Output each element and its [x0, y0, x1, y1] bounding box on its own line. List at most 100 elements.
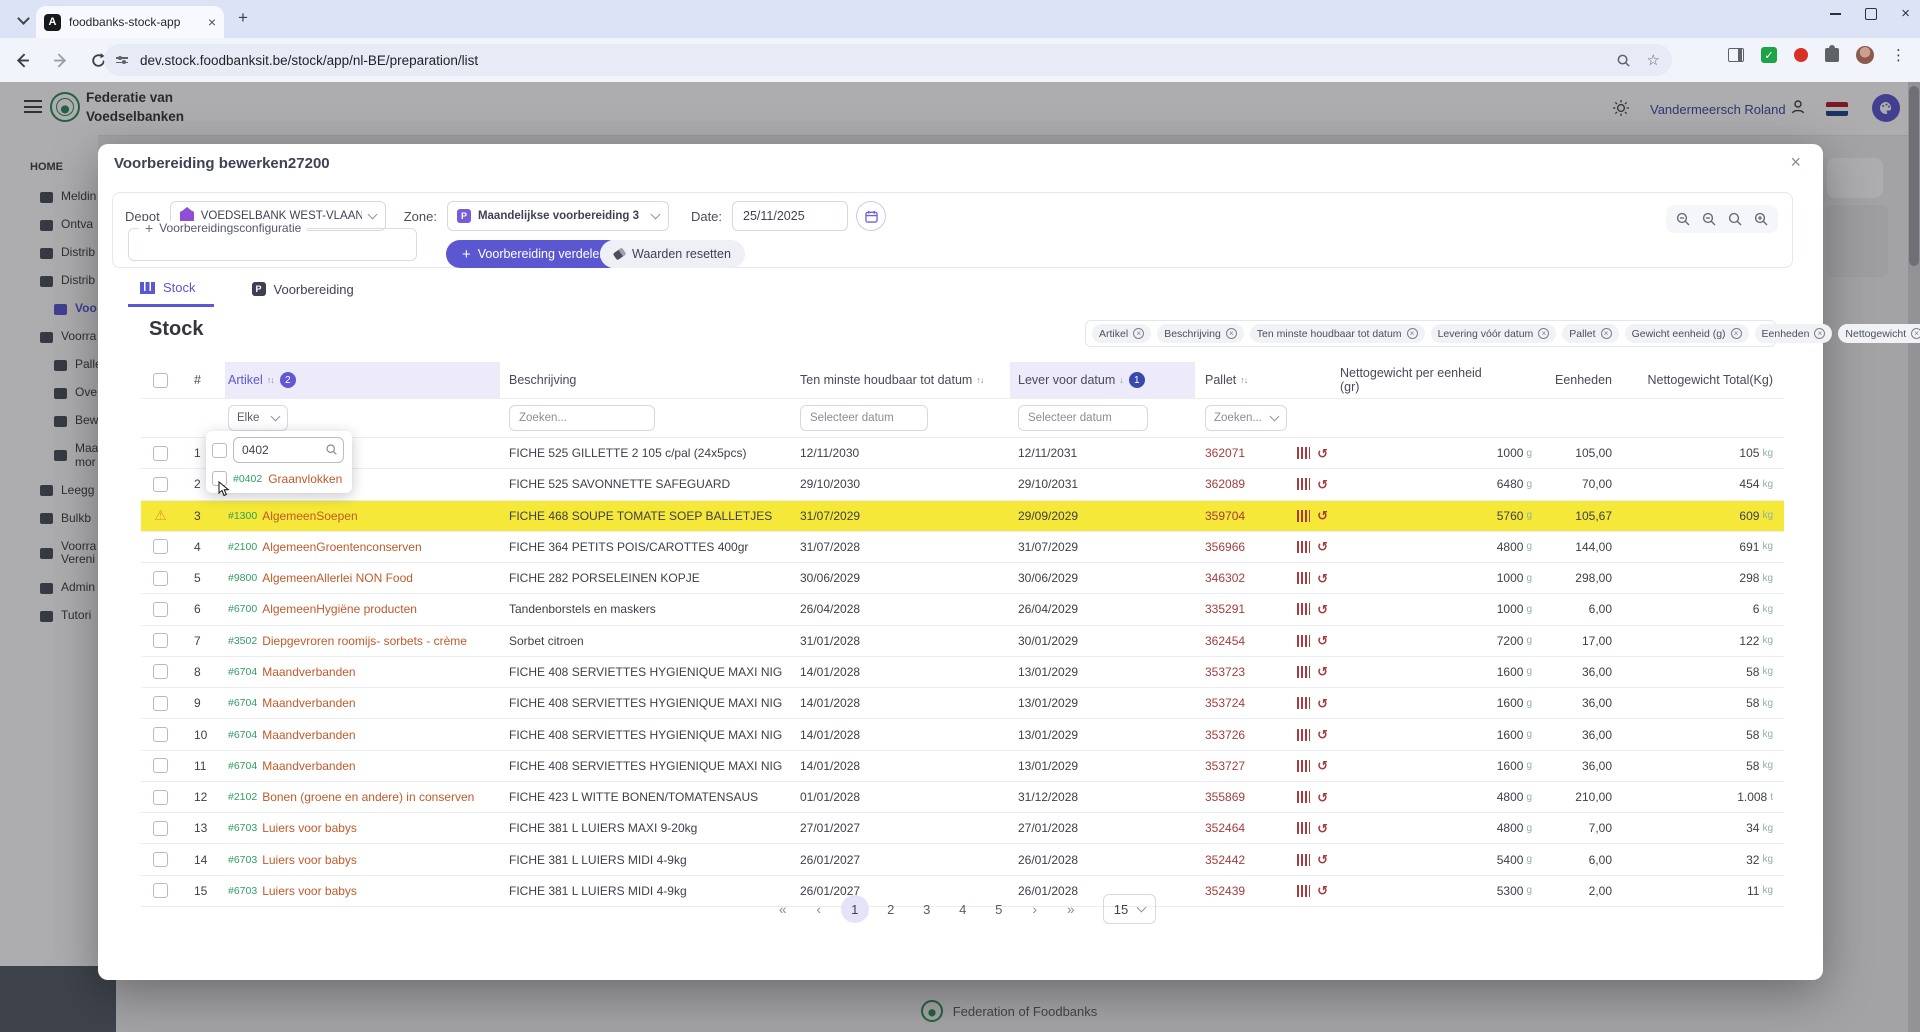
table-row[interactable]: ⚠ 14 #6703 Luiers voor babys FICHE 381 L… — [141, 844, 1784, 876]
table-row[interactable]: ⚠ 5 #9800 AlgemeenAllerlei NON Food FICH… — [141, 563, 1784, 595]
row-checkbox[interactable] — [153, 758, 168, 774]
browser-menu-icon[interactable]: ⋮ — [1891, 46, 1906, 64]
artikel-dropdown-option[interactable]: #0402 Graanvlokken — [212, 471, 352, 497]
row-checkbox[interactable] — [153, 727, 168, 743]
window-close-button[interactable]: × — [1901, 6, 1910, 21]
page-number-button[interactable]: 2 — [877, 895, 905, 923]
modal-close-icon[interactable]: × — [1790, 152, 1801, 173]
row-checkbox[interactable] — [153, 476, 168, 492]
first-page-button[interactable]: « — [769, 895, 797, 923]
article-cell[interactable]: #2102 Bonen (groene en andere) in conser… — [225, 782, 500, 812]
page-number-button[interactable]: 5 — [985, 895, 1013, 923]
header-unit-weight[interactable]: Nettogewicht per eenheid (gr) — [1340, 362, 1532, 398]
barcode-icon[interactable] — [1297, 853, 1311, 866]
extension-check-icon[interactable]: ✓ — [1761, 47, 1777, 63]
barcode-icon[interactable] — [1297, 572, 1311, 585]
history-icon[interactable]: ↺ — [1317, 697, 1328, 710]
window-maximize-button[interactable] — [1865, 8, 1878, 20]
sort-icon[interactable]: ↑↓ — [267, 375, 275, 385]
barcode-icon[interactable] — [1297, 822, 1311, 835]
new-tab-button[interactable]: + — [238, 8, 248, 28]
article-cell[interactable]: #6704 Maandverbanden — [225, 657, 500, 687]
sort-icon[interactable]: ↑↓ — [976, 375, 984, 385]
barcode-icon[interactable] — [1297, 791, 1311, 804]
barcode-icon[interactable] — [1297, 509, 1311, 522]
lens-search-icon[interactable] — [1616, 53, 1631, 68]
pallet-number[interactable]: 335291 — [1205, 602, 1245, 616]
chip-remove-icon[interactable]: × — [1133, 328, 1145, 339]
chip-remove-icon[interactable]: × — [1406, 328, 1418, 339]
pallet-number[interactable]: 346302 — [1205, 571, 1245, 585]
history-icon[interactable]: ↺ — [1317, 603, 1328, 616]
filter-chip[interactable]: Nettogewicht × — [1838, 324, 1920, 343]
table-row[interactable]: ⚠ 10 #6704 Maandverbanden FICHE 408 SERV… — [141, 719, 1784, 751]
article-cell[interactable]: #6703 Luiers voor babys — [225, 844, 500, 874]
window-minimize-button[interactable] — [1830, 13, 1842, 15]
extensions-puzzle-icon[interactable] — [1825, 45, 1839, 62]
page-number-button[interactable]: 1 — [840, 895, 869, 923]
back-button[interactable] — [10, 48, 34, 72]
date-input[interactable]: 25/11/2025 — [732, 201, 849, 231]
header-pallet[interactable]: Pallet ↑↓ — [1195, 362, 1340, 398]
article-cell[interactable]: #9800 AlgemeenAllerlei NON Food — [225, 563, 500, 593]
article-cell[interactable]: #3502 Diepgevroren roomijs- sorbets - cr… — [225, 626, 500, 656]
filter-chip[interactable]: Ten minste houdbaar tot datum × — [1249, 324, 1425, 343]
row-checkbox[interactable] — [153, 570, 168, 586]
calendar-button[interactable] — [856, 201, 887, 231]
row-checkbox[interactable] — [153, 695, 168, 711]
header-units[interactable]: Eenheden — [1532, 362, 1614, 398]
pallet-number[interactable]: 353724 — [1205, 696, 1245, 710]
chip-remove-icon[interactable]: × — [1225, 328, 1237, 339]
table-row[interactable]: ⚠ 4 #2100 AlgemeenGroentenconserven FICH… — [141, 532, 1784, 564]
zone-select[interactable]: P Maandelijkse voorbereiding 3 — [446, 201, 669, 231]
preparation-config-combobox[interactable]: + Voorbereidingsconfiguratie — [128, 221, 417, 261]
table-row[interactable]: ⚠ 1 FICHE 525 GILLETTE 2 105 c/pal (24x5… — [141, 438, 1784, 470]
barcode-icon[interactable] — [1297, 697, 1311, 710]
history-icon[interactable]: ↺ — [1317, 665, 1328, 678]
header-beschrijving[interactable]: Beschrijving — [500, 362, 790, 398]
history-icon[interactable]: ↺ — [1317, 447, 1328, 460]
pallet-filter-select[interactable]: Zoeken... — [1205, 405, 1287, 431]
article-cell[interactable]: #6704 Maandverbanden — [225, 719, 500, 749]
history-icon[interactable]: ↺ — [1317, 634, 1328, 647]
tab-search-chevron-icon[interactable] — [14, 11, 32, 29]
row-checkbox[interactable] — [153, 601, 168, 617]
filter-chip[interactable]: Gewicht eenheid (g) × — [1624, 324, 1749, 343]
row-checkbox[interactable] — [153, 789, 168, 805]
row-checkbox[interactable] — [153, 445, 168, 461]
filter-chip[interactable]: Beschrijving × — [1157, 324, 1244, 343]
browser-profile-avatar[interactable] — [1856, 46, 1874, 64]
row-checkbox[interactable] — [153, 633, 168, 649]
table-row[interactable]: ⚠ 9 #6704 Maandverbanden FICHE 408 SERVI… — [141, 688, 1784, 720]
pallet-number[interactable]: 362454 — [1205, 634, 1245, 648]
pallet-number[interactable]: 352464 — [1205, 821, 1245, 835]
extension-record-icon[interactable] — [1794, 48, 1808, 62]
barcode-icon[interactable] — [1297, 478, 1311, 491]
header-deliver-before[interactable]: Lever voor datum ↓ 1 — [1010, 362, 1195, 398]
table-row[interactable]: ⚠ 12 #2102 Bonen (groene en andere) in c… — [141, 782, 1784, 814]
forward-button[interactable] — [48, 48, 72, 72]
barcode-icon[interactable] — [1297, 665, 1311, 678]
row-checkbox[interactable] — [153, 820, 168, 836]
side-panel-icon[interactable] — [1728, 48, 1744, 62]
row-checkbox[interactable] — [153, 852, 168, 868]
history-icon[interactable]: ↺ — [1317, 509, 1328, 522]
table-row[interactable]: ⚠ 6 #6700 AlgemeenHygiëne producten Tand… — [141, 594, 1784, 626]
pallet-number[interactable]: 362089 — [1205, 477, 1245, 491]
pallet-number[interactable]: 353723 — [1205, 665, 1245, 679]
filter-chip[interactable]: Eenheden × — [1754, 324, 1833, 343]
page-size-select[interactable]: 15 — [1102, 894, 1157, 924]
page-number-button[interactable]: 4 — [949, 895, 977, 923]
chip-remove-icon[interactable]: × — [1600, 328, 1612, 339]
barcode-icon[interactable] — [1297, 634, 1311, 647]
chip-remove-icon[interactable]: × — [1814, 328, 1826, 339]
chip-remove-icon[interactable]: × — [1911, 328, 1920, 339]
pallet-number[interactable]: 355869 — [1205, 790, 1245, 804]
browser-tab[interactable]: A foodbanks-stock-app × — [36, 6, 224, 38]
filter-chip[interactable]: Pallet × — [1562, 324, 1619, 343]
article-cell[interactable]: #6703 Luiers voor babys — [225, 813, 500, 843]
site-settings-icon[interactable] — [116, 55, 128, 64]
pallet-number[interactable]: 359704 — [1205, 509, 1245, 523]
barcode-icon[interactable] — [1297, 603, 1311, 616]
chip-remove-icon[interactable]: × — [1730, 328, 1742, 339]
